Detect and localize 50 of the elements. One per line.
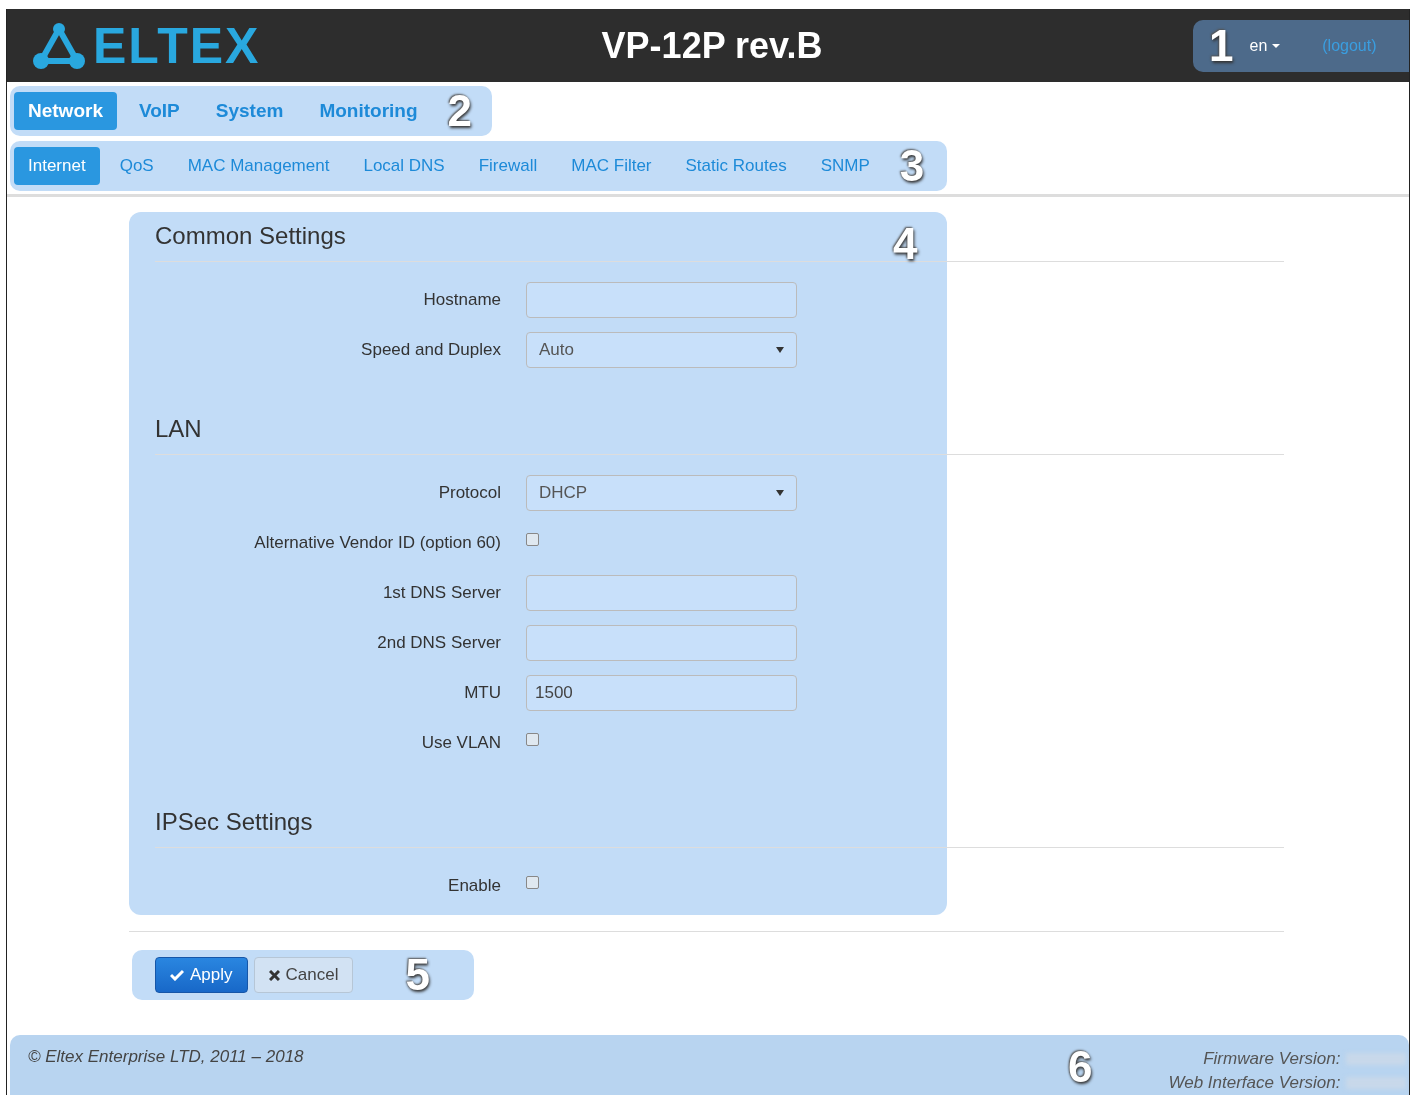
callout-number: 1 <box>1209 23 1234 68</box>
logout-link[interactable]: (logout) <box>1322 36 1377 55</box>
section-title: LAN <box>155 415 1284 455</box>
submenu-tab[interactable]: QoS <box>105 147 168 185</box>
close-icon <box>268 969 280 981</box>
apply-button[interactable]: Apply <box>155 957 248 993</box>
check-icon <box>170 969 184 981</box>
menu-tab[interactable]: Network <box>14 92 117 130</box>
caret-icon <box>776 347 784 353</box>
field-label: Hostname <box>422 290 501 310</box>
version-label: Firmware Version: <box>1203 1049 1341 1069</box>
caret-icon <box>776 490 784 496</box>
field-label: MTU <box>463 683 501 703</box>
input-field[interactable] <box>526 625 797 661</box>
copyright-text: © Eltex Enterprise LTD, 2011 – 2018 <box>28 1047 305 1067</box>
field-label: Speed and Duplex <box>360 340 501 360</box>
callout-number: 4 <box>893 222 918 266</box>
field-label: 2nd DNS Server <box>376 633 501 653</box>
submenu-tab[interactable]: Static Routes <box>671 147 801 185</box>
language-dropdown[interactable]: en <box>1249 36 1281 55</box>
menu-tab[interactable]: VoIP <box>124 92 194 130</box>
submenu-tab[interactable]: SNMP <box>806 147 884 185</box>
select-dropdown[interactable]: Auto <box>526 332 797 368</box>
field-label: Enable <box>447 876 501 896</box>
field-label: Use VLAN <box>420 733 501 753</box>
field-label: Protocol <box>437 483 501 503</box>
submenu-tab[interactable]: MAC Management <box>173 147 344 185</box>
submenu-tab[interactable]: Local DNS <box>349 147 459 185</box>
field-label: Alternative Vendor ID (option 60) <box>253 533 501 553</box>
select-dropdown[interactable]: DHCP <box>526 475 797 511</box>
submenu-tab[interactable]: Firewall <box>464 147 552 185</box>
device-title: VP-12P rev.B <box>601 24 823 67</box>
version-label: Web Interface Version: <box>1168 1073 1341 1093</box>
submenu-tab[interactable]: Internet <box>14 147 100 185</box>
cancel-button[interactable]: Cancel <box>253 957 354 993</box>
submenu-tab[interactable]: MAC Filter <box>557 147 666 185</box>
menu-tab[interactable]: Monitoring <box>305 92 432 130</box>
caret-icon <box>1272 43 1281 48</box>
input-field[interactable] <box>526 575 797 611</box>
callout-number: 3 <box>899 144 925 188</box>
callout-number: 5 <box>405 953 430 997</box>
field-label: 1st DNS Server <box>381 583 501 603</box>
input-field[interactable]: 1500 <box>526 675 797 711</box>
callout-number: 2 <box>447 89 473 133</box>
input-field[interactable] <box>526 282 797 318</box>
logo-text: ELTEX <box>93 16 261 75</box>
callout-number: 6 <box>1068 1045 1093 1089</box>
logo-icon <box>31 20 87 71</box>
section-title: IPSec Settings <box>155 808 1284 848</box>
menu-tab[interactable]: System <box>201 92 298 130</box>
